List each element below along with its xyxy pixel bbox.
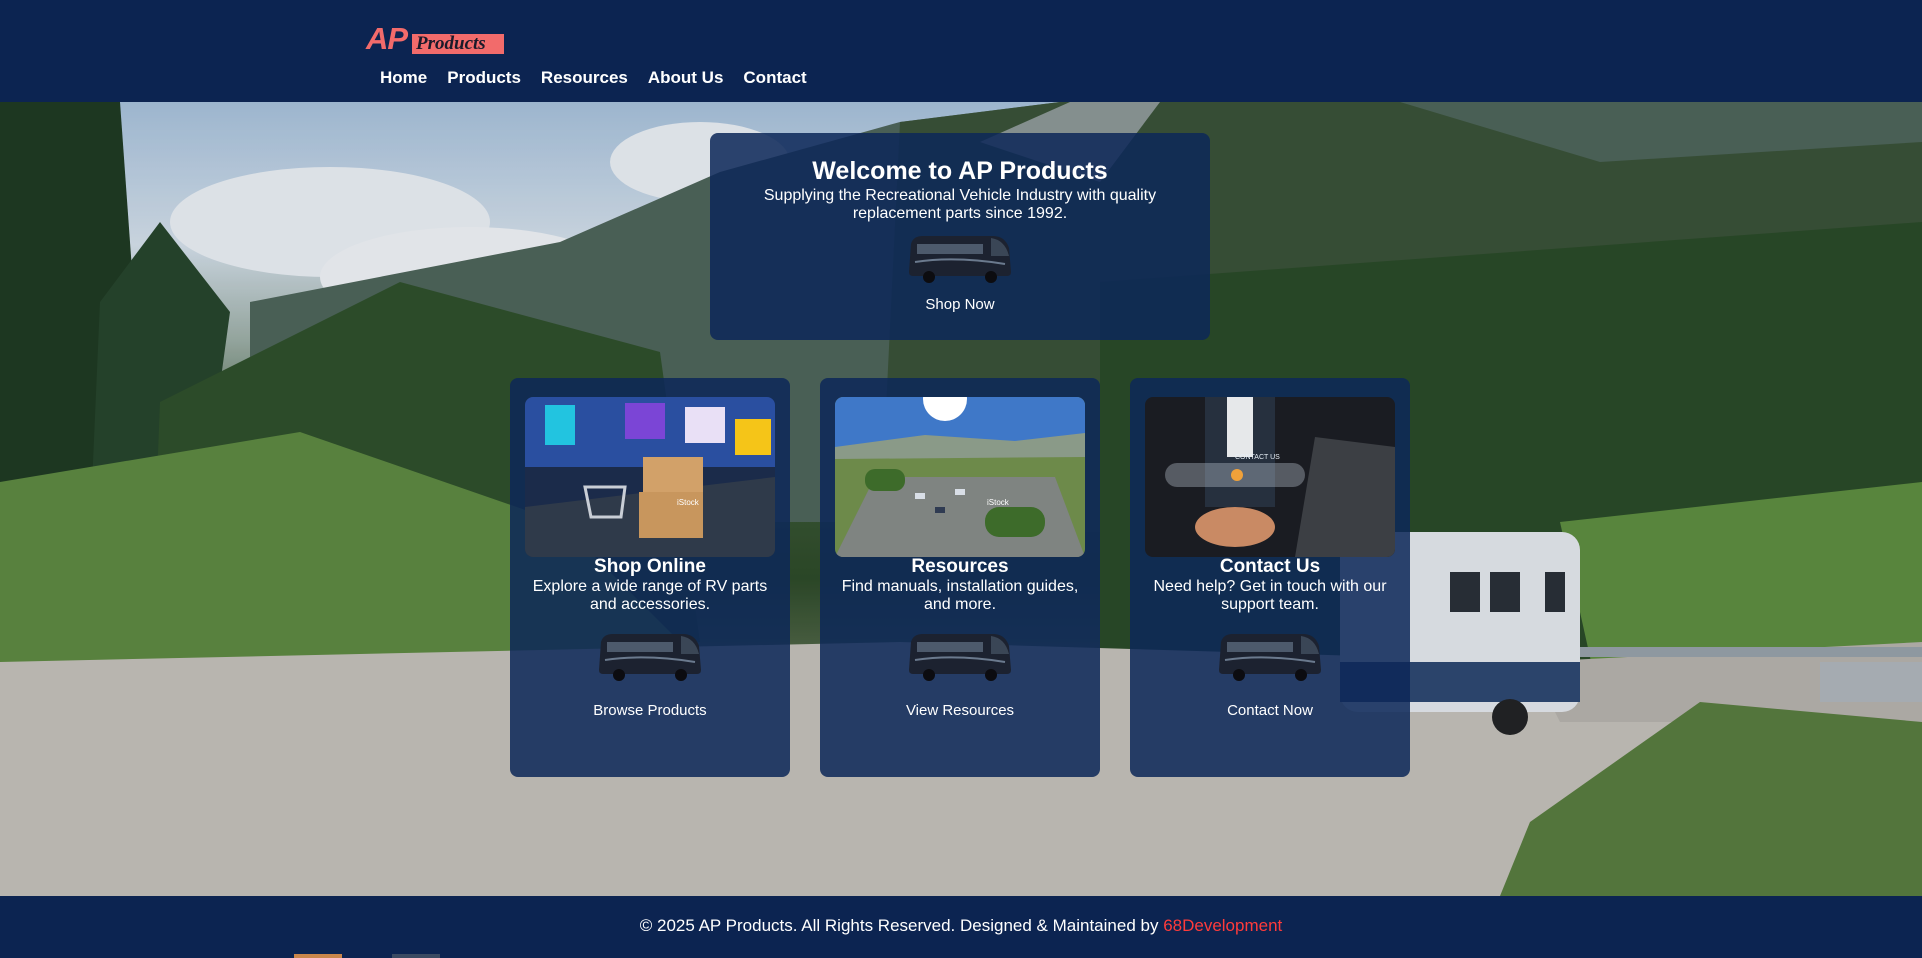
browse-products-button[interactable]: Browse Products [510, 702, 790, 719]
contact-us-text: Need help? Get in touch with our support… [1153, 578, 1387, 613]
footer-edge-swatch [392, 954, 440, 958]
nav-contact[interactable]: Contact [743, 68, 806, 88]
footer-copyright: © 2025 AP Products. All Rights Reserved.… [639, 916, 1164, 935]
logo-ap-text: AP [366, 21, 408, 56]
rv-bus-icon [1219, 634, 1321, 681]
contact-us-photo: CONTACT US [1145, 397, 1395, 557]
shop-now-button[interactable]: Shop Now [925, 296, 994, 313]
footer-text: © 2025 AP Products. All Rights Reserved.… [0, 916, 1922, 936]
resources-text: Find manuals, installation guides, and m… [841, 578, 1079, 613]
resources-title: Resources [911, 556, 1009, 577]
contact-us-photo-label: CONTACT US [1235, 454, 1280, 461]
contact-us-card: CONTACT US Contact Us Need help? Get in … [1130, 378, 1410, 777]
view-resources-button[interactable]: View Resources [820, 702, 1100, 719]
resources-photo: iStock [835, 397, 1085, 557]
contact-now-button[interactable]: Contact Now [1130, 702, 1410, 719]
logo-products-text: Products [416, 33, 486, 54]
contact-us-title: Contact Us [1219, 556, 1321, 577]
shop-online-text: Explore a wide range of RV parts and acc… [532, 578, 768, 613]
rv-bus-icon [599, 634, 701, 681]
rv-bus-icon [909, 236, 1011, 283]
welcome-subtitle: Supplying the Recreational Vehicle Indus… [763, 187, 1157, 222]
footer-edge-swatch [294, 954, 342, 958]
rv-bus-icon [909, 634, 1011, 681]
nav-resources[interactable]: Resources [541, 68, 628, 88]
resources-card: iStock Resources Find manuals, installat… [820, 378, 1100, 777]
istock-watermark-2: iStock [987, 498, 1010, 507]
shop-online-card: iStock Shop Online Explore a wide range … [510, 378, 790, 777]
shop-online-photo: iStock [525, 397, 775, 557]
developer-link[interactable]: 68Development [1163, 916, 1282, 935]
welcome-title: Welcome to AP Products [812, 157, 1108, 185]
site-footer: © 2025 AP Products. All Rights Reserved.… [0, 896, 1922, 958]
ap-products-logo[interactable]: AP Products [366, 22, 506, 56]
welcome-card: Welcome to AP Products Supplying the Rec… [710, 133, 1210, 340]
nav-home[interactable]: Home [380, 68, 427, 88]
nav-products[interactable]: Products [447, 68, 521, 88]
main-nav: Home Products Resources About Us Contact [380, 68, 827, 88]
shop-online-title: Shop Online [594, 556, 706, 577]
nav-about-us[interactable]: About Us [648, 68, 724, 88]
istock-watermark-1: iStock [677, 498, 700, 507]
site-header: AP Products Home Products Resources Abou… [0, 0, 1922, 103]
